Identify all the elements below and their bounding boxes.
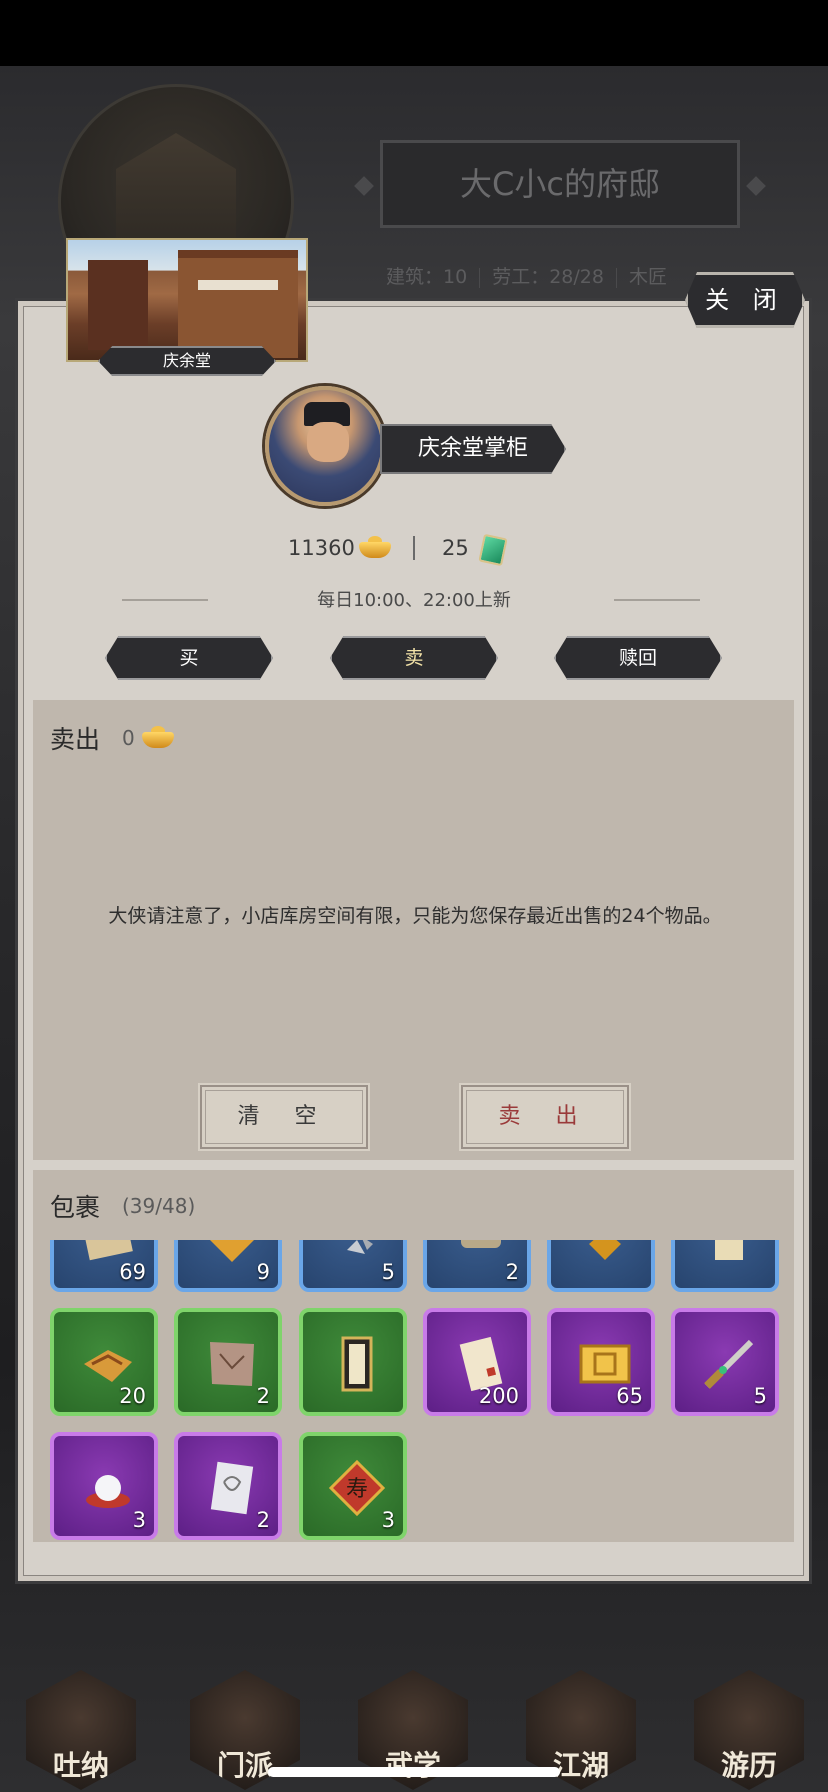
longevity-charm-icon: 寿 — [328, 1459, 386, 1517]
silver-fragments-icon — [347, 1240, 373, 1254]
divider-right — [614, 599, 700, 601]
mansion-stats: 建筑：10 劳工：28/28 木匠 — [386, 262, 667, 289]
gold-ornament-icon — [210, 1240, 254, 1262]
manual-page-icon — [210, 1461, 254, 1515]
sell-total: 0 — [122, 726, 135, 750]
svg-text:寿: 寿 — [346, 1477, 368, 1502]
gold-pendant-icon — [589, 1240, 621, 1260]
stat-buildings: 建筑：10 — [386, 266, 468, 288]
bag-slot[interactable]: 9 — [174, 1240, 282, 1292]
nav-breathing[interactable]: 吐纳 — [26, 1670, 136, 1790]
bag-slot[interactable] — [671, 1240, 779, 1292]
bag-slot[interactable]: 69 — [50, 1240, 158, 1292]
bag-slot[interactable]: 5 — [671, 1308, 779, 1416]
currency-divider — [413, 536, 415, 560]
tab-redeem[interactable]: 赎回 — [554, 636, 722, 680]
status-bar — [0, 0, 828, 66]
storage-notice: 大侠请注意了，小店库房空间有限，只能为您保存最近出售的24个物品。 — [108, 905, 722, 927]
home-indicator[interactable] — [268, 1767, 560, 1777]
bag-slot[interactable] — [547, 1240, 655, 1292]
bag-slot[interactable]: 2 — [423, 1240, 531, 1292]
bag-slot[interactable]: 200 — [423, 1308, 531, 1416]
shopkeeper-avatar — [265, 386, 385, 506]
shop-building-image — [66, 238, 308, 362]
bag-slot[interactable] — [299, 1308, 407, 1416]
jade-amount: 25 — [442, 536, 469, 560]
stat-carpenter: 木匠 — [628, 266, 667, 288]
stat-labor: 劳工：28/28 — [492, 266, 604, 288]
confirm-sell-button[interactable]: 卖 出 — [459, 1083, 631, 1151]
shopkeeper-name: 庆余堂掌柜 — [380, 424, 566, 474]
bag-capacity: (39/48) — [122, 1194, 196, 1218]
gold-ingot-icon — [359, 536, 391, 558]
dagger-icon — [704, 1339, 754, 1389]
close-button[interactable]: 关 闭 — [685, 272, 805, 328]
bag-slot[interactable]: 2 — [174, 1308, 282, 1416]
bag-slot[interactable]: 寿 3 — [299, 1432, 407, 1540]
torn-map-icon — [210, 1342, 254, 1386]
sell-section-title: 卖出 — [50, 725, 101, 754]
bag-grid[interactable]: 69 9 5 2 20 2 200 65 5 3 2 寿 3 — [33, 1240, 794, 1540]
gold-amount: 11360 — [288, 536, 355, 560]
tab-sell[interactable]: 卖 — [330, 636, 498, 680]
mansion-title: 大C小c的府邸 — [380, 140, 740, 228]
nav-travel[interactable]: 游历 — [694, 1670, 804, 1790]
tab-buy[interactable]: 买 — [105, 636, 273, 680]
bag-title: 包裹 — [50, 1193, 101, 1222]
document-icon — [715, 1240, 743, 1260]
refresh-schedule: 每日10:00、22:00上新 — [317, 590, 511, 611]
currency-bar: 11360 25 — [0, 530, 828, 570]
shop-name: 庆余堂 — [98, 346, 276, 376]
gold-ingot-icon — [142, 726, 174, 748]
bag-slot[interactable]: 3 — [50, 1432, 158, 1540]
bag-slot[interactable]: 65 — [547, 1308, 655, 1416]
clear-button[interactable]: 清 空 — [198, 1083, 370, 1151]
martial-scroll-icon — [341, 1336, 373, 1392]
sell-section — [33, 700, 794, 1160]
bag-slot[interactable]: 5 — [299, 1240, 407, 1292]
pearl-icon — [86, 1475, 130, 1508]
bag-slot[interactable]: 20 — [50, 1308, 158, 1416]
bag-slot[interactable]: 2 — [174, 1432, 282, 1540]
scroll-roll-icon — [461, 1240, 501, 1248]
